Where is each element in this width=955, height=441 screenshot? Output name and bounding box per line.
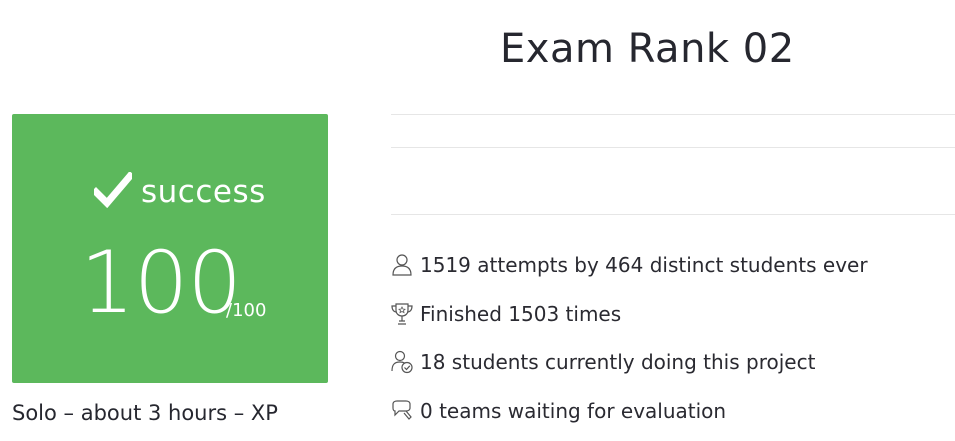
trophy-icon: [391, 303, 413, 325]
divider: [391, 114, 955, 115]
project-meta: Solo – about 3 hours – XP: [12, 401, 278, 425]
score-max: /100: [226, 300, 267, 321]
status-row: success: [94, 172, 266, 208]
user-icon: [392, 254, 412, 276]
checkmark-icon: [94, 172, 132, 208]
stat-finished-text: Finished 1503 times: [420, 302, 622, 326]
stat-current-text: 18 students currently doing this project: [420, 350, 816, 374]
user-check-icon: [391, 350, 413, 374]
stat-finished: Finished 1503 times: [391, 302, 621, 326]
chat-bubbles-icon: [392, 400, 412, 420]
stat-attempts-text: 1519 attempts by 464 distinct students e…: [420, 253, 868, 277]
project-title: Exam Rank 02: [500, 26, 795, 72]
stat-waiting-text: 0 teams waiting for evaluation: [420, 399, 727, 423]
stat-attempts: 1519 attempts by 464 distinct students e…: [391, 253, 868, 277]
score-value: 100: [80, 233, 242, 333]
divider: [391, 214, 955, 215]
divider: [391, 147, 955, 148]
stat-waiting: 0 teams waiting for evaluation: [391, 399, 726, 423]
status-label: success: [141, 174, 266, 210]
result-card: success 100 /100: [12, 114, 328, 383]
stat-current: 18 students currently doing this project: [391, 350, 815, 374]
